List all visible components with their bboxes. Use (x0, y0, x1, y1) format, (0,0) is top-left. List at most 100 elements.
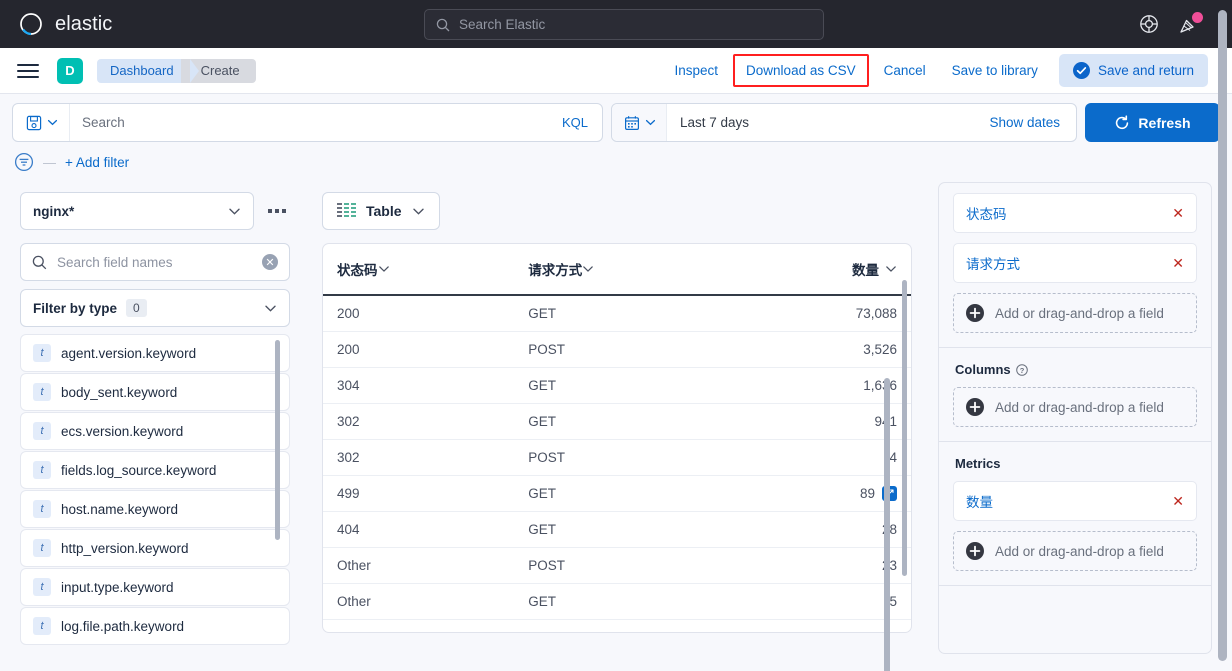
table-cell: 73,088 (737, 295, 911, 332)
field-name: agent.version.keyword (61, 345, 197, 361)
table-row[interactable]: 302GET941 (323, 403, 911, 440)
cell-value: 89 (859, 486, 875, 501)
table-row[interactable]: Other GET 5 (323, 583, 911, 620)
table-cell: GET (514, 367, 738, 404)
filter-by-type-button[interactable]: Filter by type 0 (20, 289, 290, 327)
lens-data-table: 状态码 请求方式 数量 200 GET 73,088 200 POST 3,526 304 GET… (323, 244, 911, 632)
date-picker-group: Last 7 days Show dates (611, 103, 1077, 142)
global-search-placeholder: Search Elastic (459, 17, 546, 32)
remove-cross-icon[interactable]: ✕ (1172, 493, 1184, 510)
query-input[interactable]: Search (70, 115, 548, 130)
table-column-header[interactable]: 请求方式 (514, 244, 738, 296)
save-to-library-button[interactable]: Save to library (939, 55, 1051, 86)
hamburger-menu-icon[interactable] (17, 60, 39, 82)
dimension-label: 数量 (966, 495, 993, 510)
table-scrollbar[interactable] (902, 280, 907, 576)
rows-dimension-chip[interactable]: 请求方式 ✕ (953, 243, 1197, 283)
field-list-item[interactable]: t agent.version.keyword (20, 334, 290, 372)
rows-dropzone[interactable]: Add or drag-and-drop a field (953, 293, 1197, 333)
help-icon[interactable]: ? (1015, 363, 1028, 376)
party-popper-icon[interactable] (1178, 12, 1203, 35)
lifebuoy-icon[interactable] (1138, 13, 1160, 35)
breadcrumb-item-dashboard[interactable]: Dashboard (97, 58, 199, 83)
table-column-header[interactable]: 状态码 (323, 244, 515, 296)
table-cell: 302 (323, 403, 515, 440)
filter-by-type-count: 0 (126, 299, 147, 317)
table-row[interactable]: OtherPOST23 (323, 547, 911, 584)
app-badge[interactable]: D (57, 57, 83, 84)
search-icon (436, 18, 450, 31)
date-quick-select-button[interactable] (612, 104, 667, 141)
table-column-header[interactable]: 数量 (737, 244, 911, 296)
field-list-scrollbar[interactable] (275, 340, 280, 540)
field-type-string-icon: t (33, 344, 51, 362)
field-list-item[interactable]: t host.name.keyword (20, 490, 290, 528)
nav-actions: Inspect Download as CSV Cancel Save to l… (662, 54, 1208, 87)
column-label: 请求方式 (528, 263, 583, 278)
field-name: log.file.path.keyword (61, 618, 185, 634)
chevron-down-icon (47, 119, 58, 126)
filter-circle-icon[interactable] (14, 152, 34, 172)
dimension-label: 请求方式 (966, 257, 1020, 272)
field-list-item[interactable]: t fields.log_source.keyword (20, 451, 290, 489)
field-type-string-icon: t (33, 500, 51, 518)
calendar-icon (625, 115, 640, 130)
add-filter-button[interactable]: + Add filter (65, 155, 129, 170)
table-row[interactable]: 304 GET 1,636 (323, 367, 911, 404)
workspace-scrollbar[interactable] (884, 378, 890, 671)
show-dates-button[interactable]: Show dates (989, 115, 1076, 130)
table-row[interactable]: 200 GET 73,088 (323, 295, 911, 332)
field-list-item[interactable]: t http_version.keyword (20, 529, 290, 567)
table-cell: GET (514, 403, 738, 440)
download-as-csv-button[interactable]: Download as CSV (733, 54, 869, 87)
search-field-names-input[interactable]: Search field names ✕ (20, 243, 290, 281)
columns-dropzone[interactable]: Add or drag-and-drop a field (953, 387, 1197, 427)
data-source-select[interactable]: nginx* (20, 192, 254, 230)
chevron-down-icon[interactable] (582, 263, 594, 275)
query-language-button[interactable]: KQL (548, 115, 602, 130)
field-list[interactable]: t agent.version.keyword t body_sent.keyword… (20, 334, 290, 664)
table-cell: 304 (323, 367, 515, 404)
cancel-button[interactable]: Cancel (871, 55, 939, 86)
chevron-down-icon[interactable] (885, 263, 897, 275)
search-field-names-placeholder: Search field names (57, 254, 173, 270)
field-type-string-icon: t (33, 461, 51, 479)
dimension-label: 状态码 (966, 207, 1007, 222)
table-row[interactable]: 302 POST 4 (323, 439, 911, 476)
elastic-brand[interactable]: elastic (0, 11, 112, 37)
chevron-down-icon[interactable] (378, 263, 390, 275)
data-source-row: nginx* (20, 192, 290, 230)
chart-type-button[interactable]: Table (322, 192, 440, 230)
table-row[interactable]: 404GET28 (323, 511, 911, 548)
table-header-row: 状态码 请求方式 数量 (323, 244, 911, 296)
field-list-item[interactable]: t input.type.keyword (20, 568, 290, 606)
date-range-value[interactable]: Last 7 days (667, 115, 989, 130)
inspect-button[interactable]: Inspect (662, 55, 732, 86)
table-cell: 302 (323, 439, 515, 476)
kebab-dots-icon[interactable] (264, 209, 290, 213)
breadcrumb: Dashboard Create (97, 58, 256, 83)
table-row[interactable]: OtherPRI1 (323, 619, 911, 632)
field-list-item[interactable]: t log.file.path.keyword (20, 607, 290, 645)
global-search-input[interactable]: Search Elastic (424, 9, 824, 40)
dropzone-label: Add or drag-and-drop a field (995, 543, 1164, 559)
chevron-down-icon (229, 208, 240, 215)
metrics-dimension-chip[interactable]: 数量 ✕ (953, 481, 1197, 521)
filter-by-type-label: Filter by type (33, 300, 118, 316)
metrics-dropzone[interactable]: Add or drag-and-drop a field (953, 531, 1197, 571)
save-and-return-button[interactable]: Save and return (1058, 54, 1208, 87)
rows-dimension-chip[interactable]: 状态码 ✕ (953, 193, 1197, 233)
remove-cross-icon[interactable]: ✕ (1172, 205, 1184, 222)
refresh-button[interactable]: Refresh (1085, 103, 1220, 142)
clear-cross-icon[interactable]: ✕ (262, 254, 278, 270)
table-row[interactable]: 200 POST 3,526 (323, 331, 911, 368)
visualization-panel: Table 状态码 请求方式 数量 200 GET 73,088 200 POST 3,526… (302, 182, 938, 666)
saved-query-button[interactable] (13, 104, 70, 141)
field-list-item[interactable]: t ecs.version.keyword (20, 412, 290, 450)
table-cell: GET (514, 295, 738, 332)
field-list-item[interactable]: t body_sent.keyword (20, 373, 290, 411)
remove-cross-icon[interactable]: ✕ (1172, 255, 1184, 272)
table-row[interactable]: 499 GET 89 (323, 475, 911, 512)
page-scrollbar[interactable] (1218, 10, 1227, 661)
table-cell: POST (514, 547, 738, 584)
